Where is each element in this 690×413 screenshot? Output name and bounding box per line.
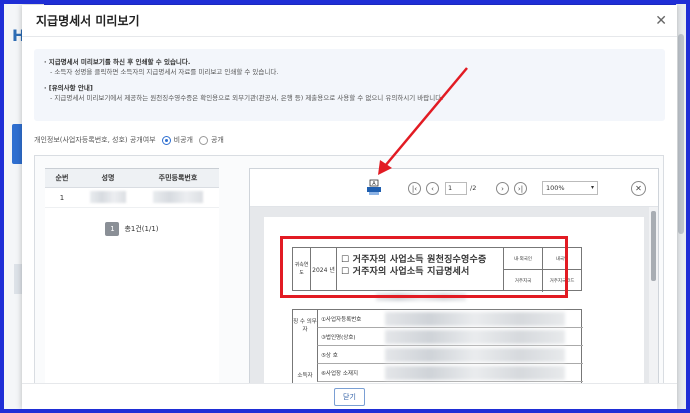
- blurred-resident-no: [153, 190, 203, 203]
- blurred-value-1: [385, 312, 565, 326]
- page-scrollbar[interactable]: [676, 4, 686, 409]
- last-page-button[interactable]: ›|: [514, 182, 527, 195]
- radio-private-dot[interactable]: [161, 135, 171, 145]
- doc-row-4-label: ⑥사업장 소재지: [321, 370, 359, 377]
- privacy-label: 개인정보(사업자등록번호, 성호) 공개여부: [34, 136, 156, 144]
- viewer-close-icon[interactable]: ✕: [631, 181, 646, 196]
- row-resident-blurred: [137, 190, 219, 205]
- modal-title: 지급명세서 미리보기: [36, 14, 140, 28]
- blurred-value-4: [385, 366, 565, 380]
- row-name-blurred[interactable]: [79, 190, 137, 205]
- svg-text:A: A: [372, 181, 376, 187]
- zoom-value: 100%: [546, 184, 565, 192]
- row-no: 1: [59, 193, 65, 202]
- grid-header-no: 순번: [55, 174, 69, 182]
- blurred-name: [90, 190, 126, 203]
- modal-header: 지급명세서 미리보기 ✕: [22, 5, 677, 37]
- first-page-button[interactable]: |‹: [408, 182, 421, 195]
- notice-line-1: · 지급명세서 미리보기를 하신 후 인쇄할 수 있습니다.: [44, 58, 191, 66]
- viewer-scrollbar-thumb[interactable]: [651, 211, 656, 281]
- doc-section-payer: 징 수 의무자: [293, 319, 317, 333]
- blurred-value-3: [385, 348, 565, 362]
- radio-public[interactable]: 공개: [198, 135, 224, 145]
- radio-public-dot[interactable]: [198, 135, 208, 145]
- table-row[interactable]: 1: [45, 188, 219, 208]
- page-number-button[interactable]: 1: [105, 222, 120, 236]
- blurred-value-2: [385, 330, 565, 344]
- viewer-scrollbar[interactable]: [649, 207, 658, 387]
- earner-grid: 순번 성명 주민등록번호 1 1 총1건(1/1): [45, 168, 219, 386]
- radio-public-label: 공개: [210, 136, 224, 144]
- radio-private[interactable]: 비공개: [161, 135, 193, 145]
- grid-header: 순번 성명 주민등록번호: [45, 168, 219, 188]
- highlight-box: [280, 236, 568, 298]
- viewer-toolbar: A |‹ ‹ 1 /2 › ›| 100% ▾ ✕: [250, 169, 658, 207]
- notice-line-4: - 지급명세서 미리보기에서 제공하는 원천징수영수증은 확인용으로 외부기관(…: [50, 94, 444, 102]
- grid-header-resident-no: 주민등록번호: [158, 174, 198, 182]
- close-button[interactable]: 닫기: [334, 387, 365, 406]
- notice-line-2: - 소득자 성명을 클릭하면 소득자의 지급명세서 자료를 미리보고 인쇄할 수…: [50, 68, 279, 76]
- page-scrollbar-thumb[interactable]: [678, 34, 684, 234]
- privacy-setting: 개인정보(사업자등록번호, 성호) 공개여부 비공개 공개: [34, 135, 224, 145]
- document-table: 징 수 의무자 소득자 ①사업자등록번호 ③법인명(상호) ⑤상 호 ⑥사업장 …: [292, 309, 583, 387]
- grid-header-name: 성명: [101, 174, 115, 182]
- doc-row-3-label: ⑤상 호: [321, 352, 338, 359]
- doc-row-1-label: ①사업자등록번호: [321, 316, 362, 323]
- pager: 1 총1건(1/1): [45, 222, 219, 236]
- modal-footer: 닫기: [22, 383, 677, 409]
- doc-section-earner: 소득자: [297, 373, 313, 379]
- radio-private-label: 비공개: [173, 136, 193, 144]
- next-page-button[interactable]: ›: [496, 182, 509, 195]
- page-total: /2: [470, 184, 477, 192]
- page-number-input[interactable]: 1: [445, 182, 467, 195]
- prev-page-button[interactable]: ‹: [426, 182, 439, 195]
- close-icon[interactable]: ✕: [655, 13, 667, 29]
- preview-modal: 지급명세서 미리보기 ✕ · 지급명세서 미리보기를 하신 후 인쇄할 수 있습…: [22, 5, 677, 409]
- print-icon[interactable]: A: [366, 179, 382, 197]
- chevron-down-icon: ▾: [590, 184, 594, 191]
- doc-row-2-label: ③법인명(상호): [321, 334, 356, 341]
- notice-box: · 지급명세서 미리보기를 하신 후 인쇄할 수 있습니다. - 소득자 성명을…: [34, 49, 665, 121]
- zoom-select[interactable]: 100% ▾: [542, 181, 598, 195]
- notice-line-3: · [유의사항 안내]: [44, 84, 93, 92]
- pager-total: 총1건(1/1): [124, 225, 159, 233]
